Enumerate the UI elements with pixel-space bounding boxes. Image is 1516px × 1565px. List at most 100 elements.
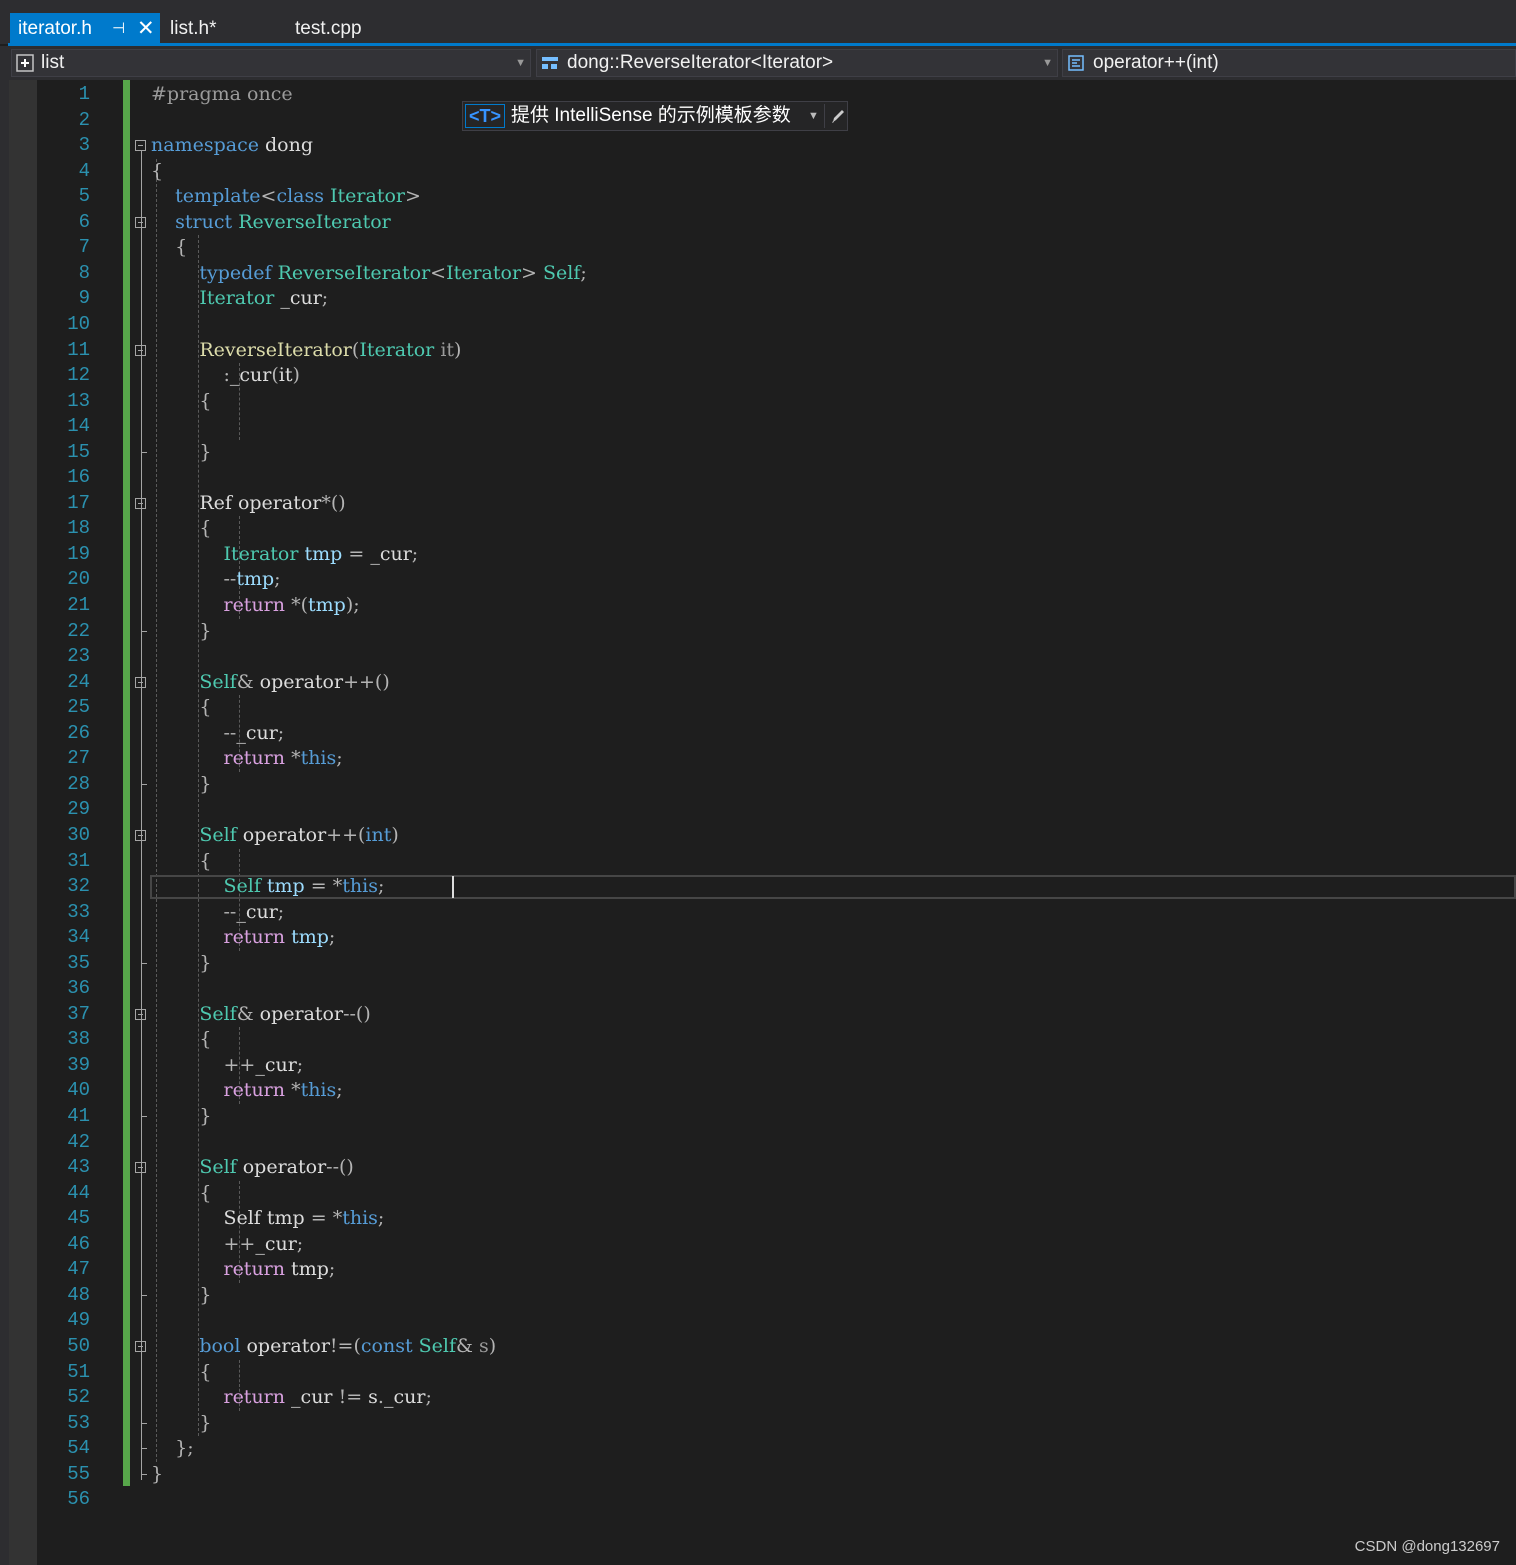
line-number: 30 xyxy=(67,823,90,846)
scope-dropdown[interactable]: dong::ReverseIterator<Iterator> ▼ xyxy=(536,49,1058,77)
code-line[interactable]: } xyxy=(151,1411,211,1437)
code-line[interactable]: namespace dong xyxy=(151,133,313,159)
outline-end-tick xyxy=(141,1294,147,1296)
line-number: 22 xyxy=(67,619,90,642)
outline-end-tick xyxy=(141,1473,147,1475)
line-number: 32 xyxy=(67,875,90,898)
code-line[interactable]: Iterator _cur; xyxy=(151,286,328,312)
collapse-icon[interactable] xyxy=(135,140,146,152)
line-number: 35 xyxy=(67,951,90,974)
line-number: 18 xyxy=(67,517,90,540)
code-line[interactable]: typedef ReverseIterator<Iterator> Self; xyxy=(151,261,586,287)
code-editor[interactable]: 1 2 3 4 5 6 7 8 9 10 11 12 13 14 15 16 17 18 19 20 21 22 23 24 2… xyxy=(0,80,1516,1565)
code-line[interactable]: bool operator!=(const Self& s) xyxy=(151,1334,496,1360)
line-number: 38 xyxy=(67,1028,90,1051)
code-line[interactable]: return tmp; xyxy=(151,1257,335,1283)
member-dropdown[interactable]: operator++(int) xyxy=(1062,49,1516,77)
code-line[interactable]: { xyxy=(151,235,187,261)
document-tab-strip: iterator.h ⊣ ✕ list.h* test.cpp xyxy=(0,0,1516,44)
line-number: 44 xyxy=(67,1181,90,1204)
text-caret xyxy=(451,875,454,898)
tab-iterator-h[interactable]: iterator.h ⊣ ✕ xyxy=(10,13,160,44)
code-line[interactable]: Self operator--() xyxy=(151,1155,354,1181)
code-line[interactable]: { xyxy=(151,849,211,875)
chevron-down-icon: ▼ xyxy=(515,57,526,69)
tab-list-h[interactable]: list.h* xyxy=(162,13,282,44)
pin-icon[interactable]: ⊣ xyxy=(112,13,125,44)
line-number: 48 xyxy=(67,1283,90,1306)
class-icon xyxy=(542,57,558,69)
code-line[interactable]: { xyxy=(151,1360,211,1386)
code-line[interactable]: } xyxy=(151,772,211,798)
line-number: 7 xyxy=(78,236,90,259)
outline-end-tick xyxy=(141,783,147,785)
code-line[interactable]: Ref operator*() xyxy=(151,491,345,517)
code-line[interactable]: struct ReverseIterator xyxy=(151,210,391,236)
code-line[interactable]: ++_cur; xyxy=(151,1232,303,1258)
line-number: 56 xyxy=(67,1488,90,1511)
line-number: 12 xyxy=(67,364,90,387)
line-number: 50 xyxy=(67,1334,90,1357)
code-line[interactable]: }; xyxy=(151,1436,194,1462)
line-number: 14 xyxy=(67,415,90,438)
code-line[interactable]: } xyxy=(151,619,211,645)
line-number: 28 xyxy=(67,772,90,795)
line-number: 34 xyxy=(67,926,90,949)
code-line[interactable]: } xyxy=(151,951,211,977)
line-number: 51 xyxy=(67,1360,90,1383)
glyph-margin[interactable] xyxy=(9,80,37,1565)
code-line[interactable]: } xyxy=(151,440,211,466)
code-line[interactable]: ReverseIterator(Iterator it) xyxy=(151,338,461,364)
tab-label: iterator.h xyxy=(18,18,92,39)
code-line[interactable]: return *this; xyxy=(151,1078,342,1104)
code-line[interactable]: Self& operator--() xyxy=(151,1002,370,1028)
code-line[interactable]: { xyxy=(151,1181,211,1207)
line-number: 26 xyxy=(67,721,90,744)
navigation-bar: list ▼ dong::ReverseIterator<Iterator> ▼… xyxy=(0,46,1516,80)
change-tracking-bar xyxy=(123,80,130,1486)
outline-end-tick xyxy=(141,1448,147,1450)
code-line[interactable]: return *this; xyxy=(151,746,342,772)
outline-end-tick xyxy=(141,962,147,964)
code-line[interactable]: --_cur; xyxy=(151,900,284,926)
intellisense-template-bar[interactable]: <T> 提供 IntelliSense 的示例模板参数 ▼ xyxy=(462,101,848,131)
method-icon xyxy=(1068,55,1084,71)
code-line[interactable]: Self tmp = *this; xyxy=(151,1206,384,1232)
code-line[interactable]: { xyxy=(151,389,211,415)
code-line[interactable]: { xyxy=(151,695,211,721)
code-line[interactable]: :_cur(it) xyxy=(151,363,299,389)
pencil-icon[interactable] xyxy=(830,107,846,125)
code-line[interactable]: --_cur; xyxy=(151,721,284,747)
code-line[interactable]: return tmp; xyxy=(151,925,335,951)
code-line[interactable]: { xyxy=(151,1027,211,1053)
tab-test-cpp[interactable]: test.cpp xyxy=(287,13,407,44)
line-number: 20 xyxy=(67,568,90,591)
line-number: 24 xyxy=(67,670,90,693)
code-line[interactable]: return _cur != s._cur; xyxy=(151,1385,431,1411)
line-number: 49 xyxy=(67,1309,90,1332)
code-line[interactable]: { xyxy=(151,516,211,542)
code-line[interactable]: { xyxy=(151,159,163,185)
close-icon[interactable]: ✕ xyxy=(137,13,155,44)
code-line[interactable]: Self& operator++() xyxy=(151,670,389,696)
scope-label: dong::ReverseIterator<Iterator> xyxy=(567,52,834,73)
code-line[interactable]: } xyxy=(151,1283,211,1309)
member-label: operator++(int) xyxy=(1093,52,1219,73)
code-line[interactable]: --tmp; xyxy=(151,567,280,593)
code-line[interactable]: } xyxy=(151,1104,211,1130)
code-line[interactable]: #pragma once xyxy=(151,82,293,108)
line-number: 10 xyxy=(67,312,90,335)
chevron-down-icon[interactable]: ▼ xyxy=(808,102,819,130)
line-number: 13 xyxy=(67,389,90,412)
line-number: 31 xyxy=(67,849,90,872)
outline-end-tick xyxy=(141,451,147,453)
code-line[interactable]: Iterator tmp = _cur; xyxy=(151,542,418,568)
code-line[interactable]: Self operator++(int) xyxy=(151,823,398,849)
code-line[interactable]: return *(tmp); xyxy=(151,593,359,619)
code-line[interactable]: } xyxy=(151,1462,163,1488)
code-line[interactable]: Self tmp = *this; xyxy=(151,874,384,900)
code-line[interactable]: ++_cur; xyxy=(151,1053,303,1079)
tab-label: list.h* xyxy=(170,18,217,39)
code-line[interactable]: template<class Iterator> xyxy=(151,184,421,210)
project-dropdown[interactable]: list ▼ xyxy=(11,49,531,77)
